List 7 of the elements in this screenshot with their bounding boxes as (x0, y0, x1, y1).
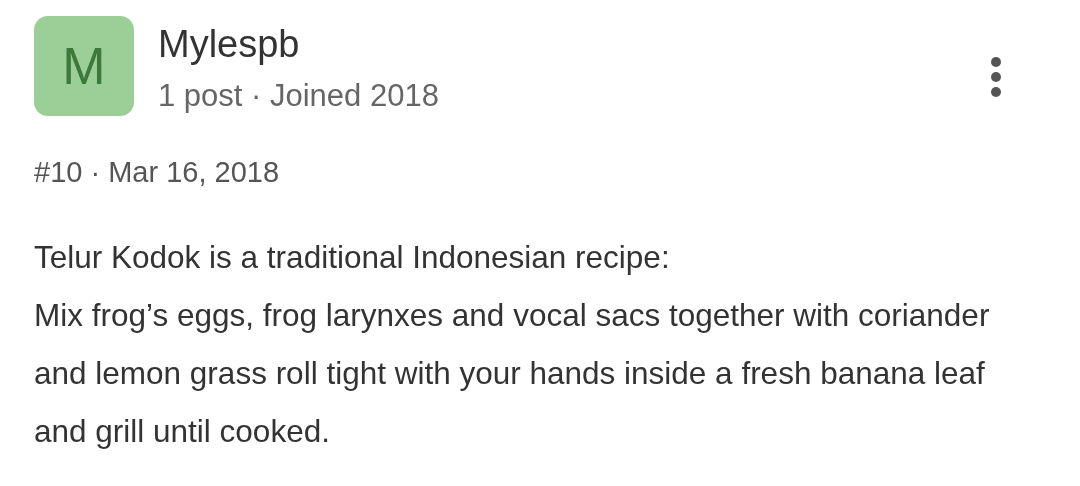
more-options-icon[interactable] (990, 56, 1002, 98)
post-text: Telur Kodok is a traditional Indonesian recipe: (34, 238, 671, 277)
author-meta: 1 post · Joined 2018 (158, 77, 439, 115)
avatar: M (34, 16, 134, 116)
author-name[interactable]: Mylespb (158, 22, 439, 66)
post-meta: #10 · Mar 16, 2018 (34, 155, 281, 190)
post-text: Mix frog’s eggs, frog larynxes and vocal sacs together with coriander and lemon grass roll tight with your hands inside a fresh banana leaf and grill until cooked. (34, 296, 991, 451)
